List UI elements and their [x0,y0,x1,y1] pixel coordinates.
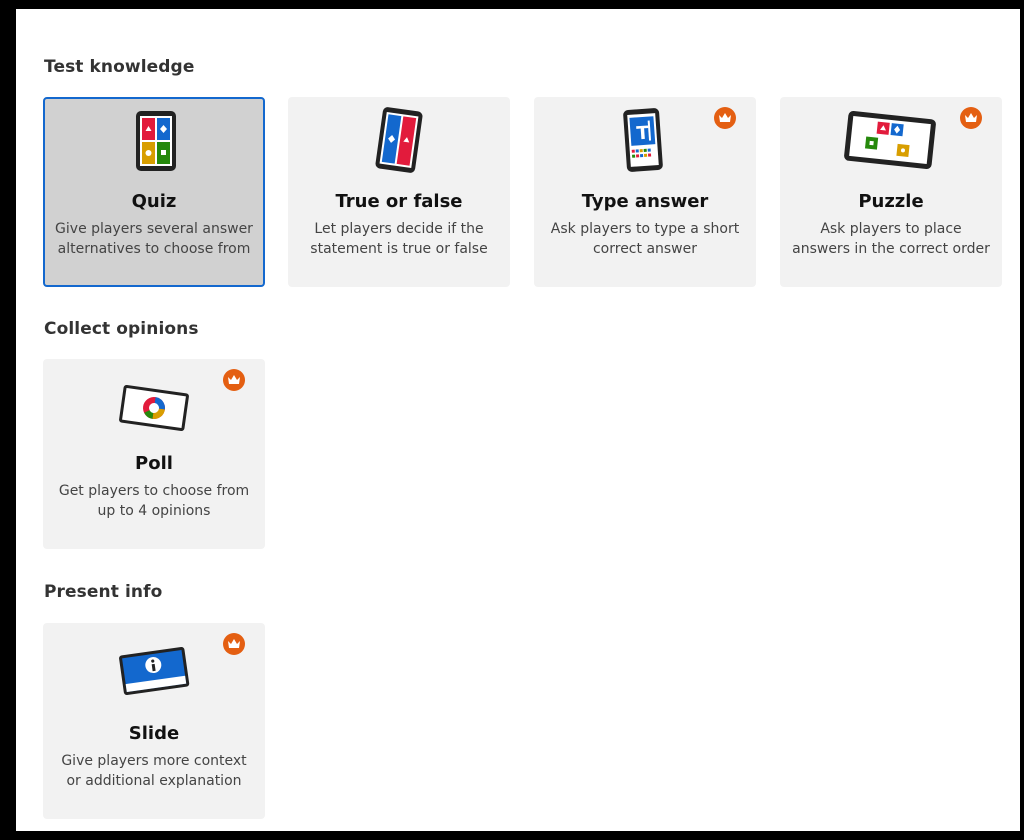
premium-crown-icon [960,107,982,129]
slide-title: Slide [128,723,180,744]
true-or-false-title: True or false [335,191,463,212]
puzzle-description: Ask players to place answers in the corr… [792,221,990,257]
poll-description: Get players to choose from up to 4 opini… [58,483,250,519]
type-answer-card[interactable]: T Type answer Ask players to type a shor… [534,97,756,287]
quiz-title: Quiz [131,191,177,212]
poll-icon [117,383,191,437]
question-type-panel: Test knowledge Quiz Give players several… [16,9,1020,831]
section-title-present-info: Present info [44,582,163,602]
slide-icon [117,643,191,701]
type-answer-icon: T [620,107,666,177]
section-title-test-knowledge: Test knowledge [44,57,195,77]
true-or-false-icon [372,107,426,177]
slide-description: Give players more context or additional … [61,753,247,789]
puzzle-icon [842,111,938,173]
puzzle-title: Puzzle [858,191,924,212]
quiz-card[interactable]: Quiz Give players several answer alterna… [43,97,265,287]
quiz-icon [133,109,179,177]
puzzle-card[interactable]: Puzzle Ask players to place answers in t… [780,97,1002,287]
true-or-false-description: Let players decide if the statement is t… [310,221,488,257]
slide-card[interactable]: Slide Give players more context or addit… [43,623,265,819]
premium-crown-icon [223,633,245,655]
poll-title: Poll [135,453,173,474]
poll-card[interactable]: Poll Get players to choose from up to 4 … [43,359,265,549]
type-answer-description: Ask players to type a short correct answ… [550,221,740,257]
true-or-false-card[interactable]: True or false Let players decide if the … [288,97,510,287]
type-answer-title: Type answer [581,191,709,212]
section-title-collect-opinions: Collect opinions [44,319,199,339]
quiz-description: Give players several answer alternatives… [55,221,253,257]
premium-crown-icon [223,369,245,391]
premium-crown-icon [714,107,736,129]
